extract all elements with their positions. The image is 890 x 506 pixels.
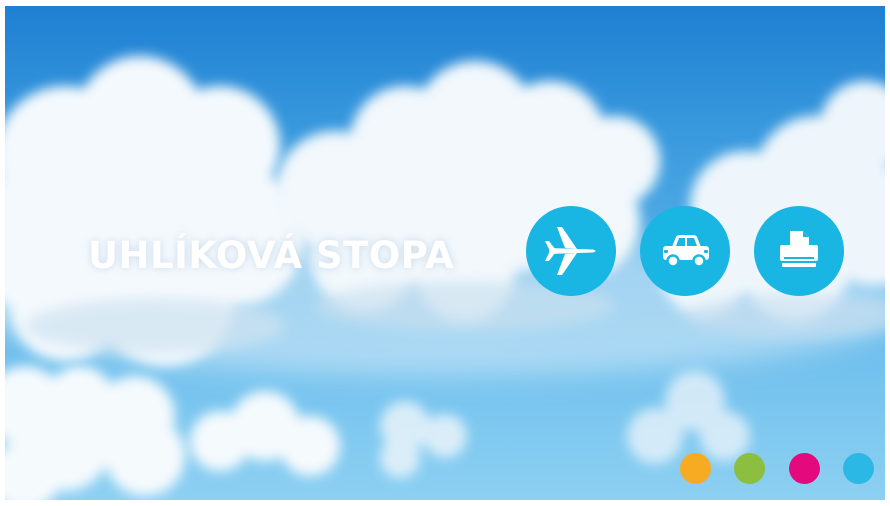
orange-dot	[680, 453, 711, 484]
green-dot	[734, 453, 765, 484]
car-icon	[663, 235, 709, 268]
airplane-icon	[545, 227, 596, 275]
airplane-circle	[526, 206, 616, 296]
magenta-dot	[789, 453, 820, 484]
slide-frame: UHLÍKOVÁ STOPA	[5, 6, 885, 500]
slide-title: UHLÍKOVÁ STOPA	[88, 234, 455, 277]
car-circle	[640, 206, 730, 296]
cyan-dot	[843, 453, 874, 484]
printer-circle	[754, 206, 844, 296]
printer-icon	[780, 231, 818, 267]
